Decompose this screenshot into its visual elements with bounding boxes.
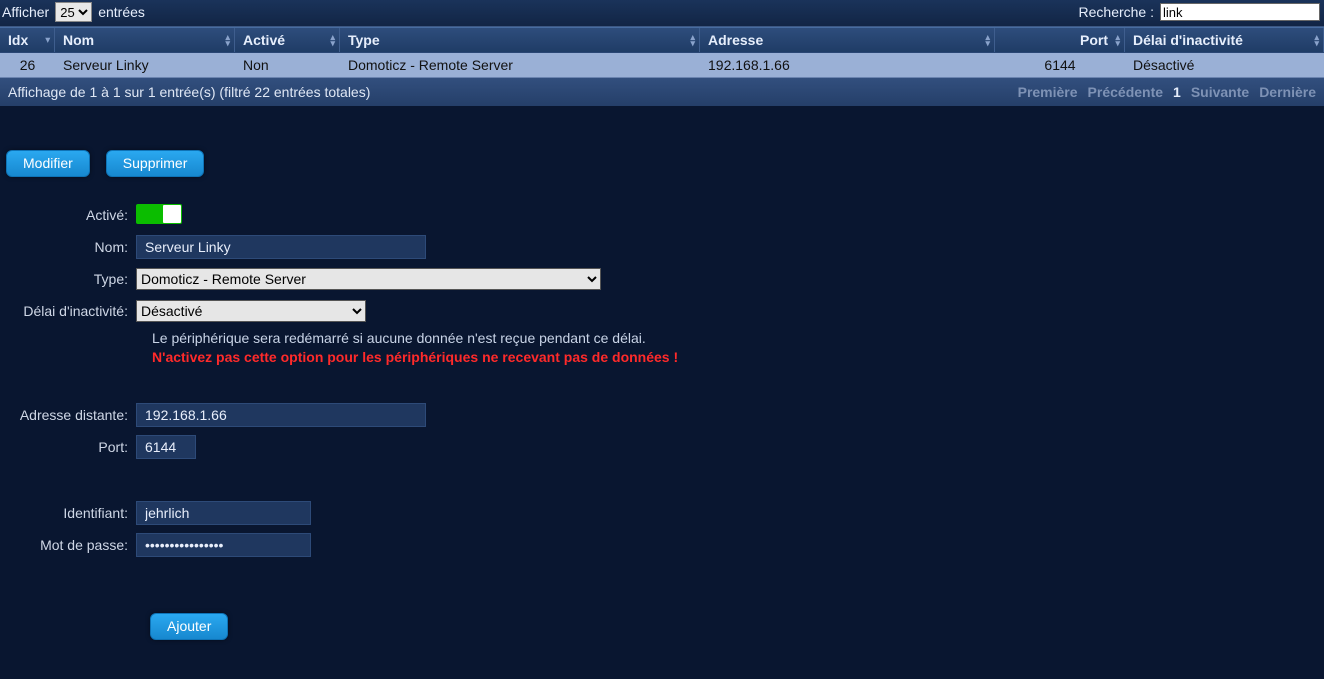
label-active: Activé: — [0, 207, 136, 223]
col-port[interactable]: Port — [995, 28, 1125, 52]
entries-select[interactable]: 25 — [55, 2, 92, 22]
col-type-label: Type — [348, 32, 380, 48]
col-nom-label: Nom — [63, 32, 94, 48]
page-current[interactable]: 1 — [1173, 84, 1181, 100]
cell-delay: Désactivé — [1125, 53, 1324, 77]
delete-button[interactable]: Supprimer — [106, 150, 205, 177]
delay-warning: N'activez pas cette option pour les péri… — [152, 348, 1324, 367]
user-input[interactable] — [136, 501, 311, 525]
col-addr[interactable]: Adresse — [700, 28, 995, 52]
col-nom[interactable]: Nom — [55, 28, 235, 52]
col-active[interactable]: Activé — [235, 28, 340, 52]
col-addr-label: Adresse — [708, 32, 763, 48]
delay-info: Le périphérique sera redémarré si aucune… — [152, 329, 1324, 348]
table-row[interactable]: 26 Serveur Linky Non Domoticz - Remote S… — [0, 53, 1324, 78]
label-user: Identifiant: — [0, 505, 136, 521]
label-delay: Délai d'inactivité: — [0, 303, 136, 319]
table-footer: Affichage de 1 à 1 sur 1 entrée(s) (filt… — [0, 78, 1324, 106]
col-idx[interactable]: Idx — [0, 28, 55, 52]
sort-icon — [1314, 34, 1319, 46]
table-info: Affichage de 1 à 1 sur 1 entrée(s) (filt… — [8, 84, 370, 100]
col-delay-label: Délai d'inactivité — [1133, 32, 1243, 48]
delay-select[interactable]: Désactivé — [136, 300, 366, 322]
col-active-label: Activé — [243, 32, 285, 48]
label-remote: Adresse distante: — [0, 407, 136, 423]
edit-form: Activé: Nom: Type: Domoticz - Remote Ser… — [0, 177, 1324, 640]
row-actions: Modifier Supprimer — [0, 106, 1324, 177]
sort-icon — [690, 34, 695, 46]
label-nom: Nom: — [0, 239, 136, 255]
table-header: Idx Nom Activé Type Adresse Port Délai d… — [0, 27, 1324, 53]
type-select[interactable]: Domoticz - Remote Server — [136, 268, 601, 290]
page-last[interactable]: Dernière — [1259, 84, 1316, 100]
pagination: Première Précédente 1 Suivante Dernière — [1018, 84, 1316, 100]
sort-icon — [330, 34, 335, 46]
label-pass: Mot de passe: — [0, 537, 136, 553]
port-input[interactable] — [136, 435, 196, 459]
page-first[interactable]: Première — [1018, 84, 1078, 100]
label-port: Port: — [0, 439, 136, 455]
cell-nom: Serveur Linky — [55, 53, 235, 77]
table-controls: Afficher 25 entrées Recherche : — [0, 0, 1324, 27]
cell-port: 6144 — [995, 53, 1125, 77]
cell-type: Domoticz - Remote Server — [340, 53, 700, 77]
search-input[interactable] — [1160, 3, 1320, 21]
sort-icon — [45, 35, 50, 46]
sort-icon — [225, 34, 230, 46]
sort-icon — [1115, 34, 1120, 46]
add-button[interactable]: Ajouter — [150, 613, 228, 640]
search-label: Recherche : — [1079, 4, 1154, 20]
page-next[interactable]: Suivante — [1191, 84, 1249, 100]
col-port-label: Port — [1080, 32, 1108, 48]
col-idx-label: Idx — [8, 32, 28, 48]
col-type[interactable]: Type — [340, 28, 700, 52]
label-type: Type: — [0, 271, 136, 287]
toggle-knob — [163, 205, 181, 223]
modify-button[interactable]: Modifier — [6, 150, 90, 177]
cell-active: Non — [235, 53, 340, 77]
cell-addr: 192.168.1.66 — [700, 53, 995, 77]
password-input[interactable] — [136, 533, 311, 557]
remote-input[interactable] — [136, 403, 426, 427]
col-delay[interactable]: Délai d'inactivité — [1125, 28, 1324, 52]
nom-input[interactable] — [136, 235, 426, 259]
page-prev[interactable]: Précédente — [1088, 84, 1163, 100]
cell-idx: 26 — [0, 53, 55, 77]
sort-icon — [985, 34, 990, 46]
show-entries-prelabel: Afficher — [2, 4, 49, 20]
active-toggle[interactable] — [136, 204, 182, 224]
show-entries-postlabel: entrées — [98, 4, 145, 20]
